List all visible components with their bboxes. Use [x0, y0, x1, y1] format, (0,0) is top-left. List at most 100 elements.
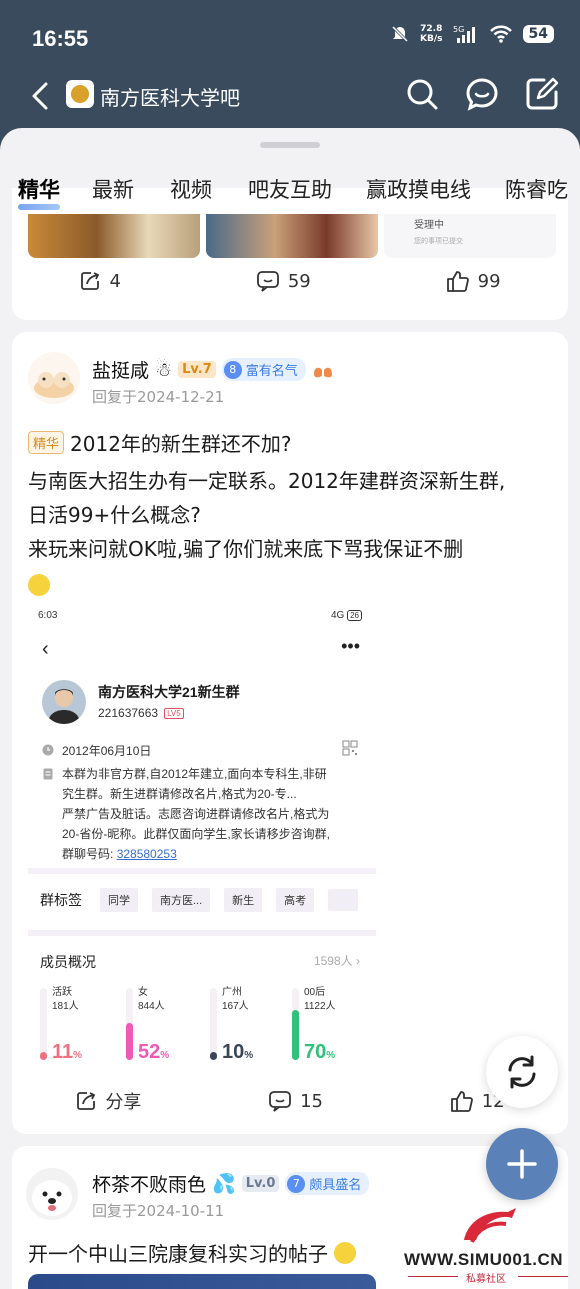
forum-logo: [66, 80, 94, 108]
post-card[interactable]: 盐挺咸 ☃ Lv.7 8 富有名气 回复于2024-12-21 精华 2012年的…: [12, 332, 568, 1134]
drag-handle[interactable]: [260, 142, 320, 148]
status-icons: 72.8 KB/s 5G 54: [390, 24, 554, 44]
plus-icon: [507, 1149, 537, 1179]
tab-mutual-help[interactable]: 吧友互助: [248, 164, 332, 212]
stat-pct-3: 70%: [304, 1041, 336, 1063]
group-id: 221637663 LV5: [98, 706, 184, 720]
snowman-icon: ☃: [155, 358, 173, 381]
stat-pct-2: 10%: [222, 1041, 254, 1063]
reply-time: 回复于2024-12-21: [92, 388, 225, 406]
nav-bar: 南方医科大学吧: [0, 72, 580, 122]
featured-tag: 精华: [28, 431, 65, 454]
watermark: WWW.SIMU001.CN 私募社区: [400, 1206, 578, 1286]
group-date: 2012年06月10日: [62, 744, 152, 758]
thumbs-up-icon: [446, 271, 469, 292]
tab-topic-2[interactable]: 陈睿吃: [505, 164, 568, 212]
username-row: 杯茶不败雨色 💦 Lv.0 7 颇具盛名: [92, 1170, 370, 1197]
stat-bar-1: [126, 1023, 133, 1060]
qr-code-icon: [342, 740, 358, 756]
reputation-badge: 8 富有名气: [221, 358, 306, 381]
member-stat: 女 844人 52%: [126, 986, 206, 1066]
post-thumbnails: 受理中 您的事项已提交: [28, 214, 556, 258]
thumbnail-image[interactable]: [206, 214, 378, 258]
reputation-badge: 7 颇具盛名: [285, 1172, 370, 1195]
thumbs-up-icon: [450, 1091, 473, 1112]
stat-bar-3: [292, 1010, 299, 1060]
comment-icon: [269, 1091, 291, 1112]
share-icon: [81, 272, 100, 290]
share-button[interactable]: 4: [79, 270, 121, 292]
post-actions: 分享 15 12: [12, 1088, 568, 1114]
tab-featured[interactable]: 精华: [18, 164, 60, 212]
message-icon[interactable]: [464, 76, 500, 112]
group-description: 本群为非官方群,自2012年建立,面向本专科生,非研 究生群。新生进群请修改名片…: [62, 767, 331, 861]
username-row: 盐挺咸 ☃ Lv.7 8 富有名气: [92, 356, 334, 383]
avatar[interactable]: [26, 1168, 78, 1220]
mute-bell-icon: [391, 25, 409, 43]
members-title: 成员概况: [40, 954, 96, 970]
stat-bar-0: [40, 1052, 47, 1060]
network-speed: 72.8 KB/s: [420, 24, 443, 44]
sweat-drops-icon: 💦: [212, 1173, 236, 1195]
comment-button[interactable]: 15: [268, 1090, 323, 1112]
group-name: 南方医科大学21新生群: [98, 684, 240, 700]
back-arrow-icon[interactable]: [26, 78, 56, 114]
post-image[interactable]: 6:03 4G 26 ‹ ••• 南方医科大学21新生群 221637663 LV…: [28, 602, 376, 1080]
share-button[interactable]: 分享: [75, 1088, 141, 1114]
wifi-icon: [489, 25, 512, 43]
post-title: 开一个中山三院康复科实习的帖子: [28, 1242, 328, 1266]
username[interactable]: 杯茶不败雨色: [92, 1170, 206, 1197]
share-icon: [77, 1092, 96, 1110]
member-stat: 00后 1122人 70%: [292, 986, 372, 1066]
lungs-icon: [313, 361, 332, 377]
post-body[interactable]: 与南医大招生办有一定联系。2012年建群资深新生群, 日活99+什么概念? 来玩…: [28, 464, 558, 600]
image-more-icon: •••: [341, 636, 360, 656]
search-icon[interactable]: [404, 76, 440, 112]
stat-pct-1: 52%: [138, 1041, 170, 1063]
comment-icon: [256, 271, 279, 292]
thumbnail-image[interactable]: 受理中 您的事项已提交: [384, 214, 556, 258]
member-stat: 活跃 181人 11%: [40, 986, 120, 1066]
post-title-row[interactable]: 精华 2012年的新生群还不加?: [28, 428, 292, 457]
tab-video[interactable]: 视频: [170, 164, 212, 212]
document-icon: [43, 768, 53, 780]
level-badge: Lv.0: [241, 1175, 280, 1192]
forum-title: 南方医科大学吧: [100, 88, 240, 110]
signal-5g-icon: 5G: [453, 25, 475, 43]
clock-icon: [42, 744, 54, 756]
image-back-icon: ‹: [42, 638, 49, 660]
tab-bar: 精华 最新 视频 吧友互助 赢政摸电线 陈睿吃: [0, 164, 580, 212]
members-count: 1598人 ›: [313, 954, 360, 968]
svg-text:5G: 5G: [453, 25, 464, 34]
status-bar: 16:55 72.8 KB/s 5G 54: [0, 0, 580, 72]
tab-latest[interactable]: 最新: [92, 164, 134, 212]
new-post-button[interactable]: [486, 1128, 558, 1200]
comment-button[interactable]: 59: [256, 270, 311, 292]
status-time: 16:55: [32, 26, 89, 51]
tab-topic[interactable]: 赢政摸电线: [366, 164, 471, 212]
refresh-icon: [508, 1055, 536, 1089]
battery-indicator: 54: [522, 25, 554, 43]
post-title: 2012年的新生群还不加?: [70, 432, 292, 456]
watermark-logo-icon: [464, 1208, 516, 1243]
post-image[interactable]: [28, 1274, 376, 1289]
refresh-button[interactable]: [486, 1036, 558, 1108]
username[interactable]: 盐挺咸: [92, 356, 149, 383]
member-stat: 广州 167人 10%: [210, 986, 290, 1066]
level-badge: Lv.7: [178, 361, 216, 378]
content-sheet: 受理中 您的事项已提交 4 59 99 精华 最新 视频 吧友互助 赢政摸电线 …: [0, 128, 580, 1289]
like-button[interactable]: 99: [446, 270, 501, 292]
stat-bar-2: [210, 1052, 217, 1060]
yum-emoji-icon: [334, 1241, 356, 1264]
stat-pct-0: 11%: [52, 1041, 83, 1063]
group-avatar: [42, 680, 86, 724]
smile-emoji-icon: [28, 573, 50, 596]
compose-icon[interactable]: [524, 76, 560, 112]
post-title-row[interactable]: 开一个中山三院康复科实习的帖子: [28, 1238, 356, 1267]
thumbnail-image[interactable]: [28, 214, 200, 258]
group-tags: 群标签 同学 南方医... 新生 高考: [40, 888, 359, 912]
reply-time: 回复于2024-10-11: [92, 1202, 225, 1220]
post-actions: 4 59 99: [12, 270, 568, 292]
image-status-time: 6:03: [38, 610, 58, 621]
avatar[interactable]: [28, 352, 80, 404]
